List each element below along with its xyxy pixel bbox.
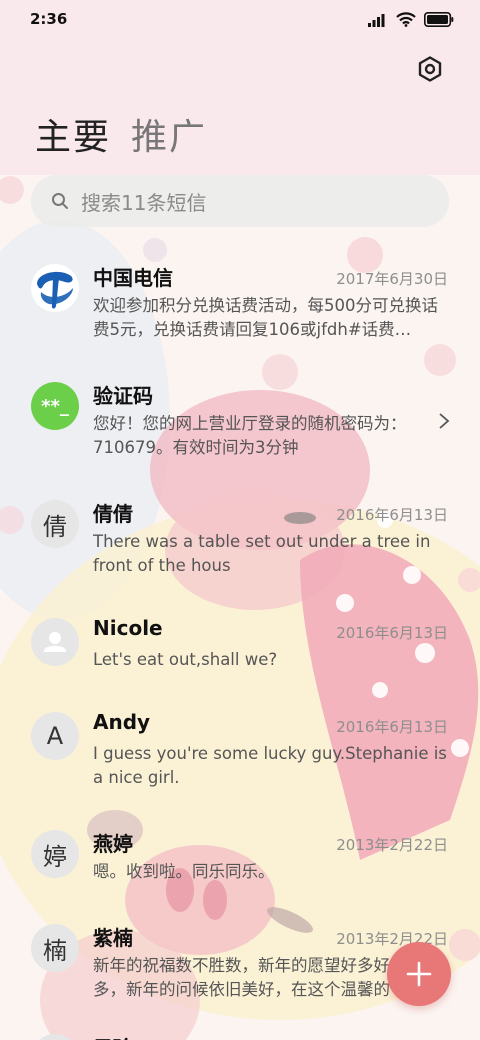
battery-icon: [424, 12, 454, 27]
tab-primary[interactable]: 主要: [35, 108, 111, 160]
contact-name: 子玲: [93, 1032, 133, 1040]
conversation-row[interactable]: 倩 倩倩 2016年6月13日 There was a table set ou…: [0, 488, 480, 588]
message-preview: I guess you're some lucky guy.Stephanie …: [93, 744, 447, 787]
category-tabs: 主要 推广: [35, 108, 207, 160]
conversation-row[interactable]: 婷 燕婷 2013年2月22日 嗯。收到啦。同乐同乐。: [0, 818, 480, 898]
message-date: 2016年6月13日: [336, 718, 448, 736]
china-telecom-logo-icon: [31, 264, 79, 312]
verification-code-icon: **_: [31, 382, 79, 430]
contact-name: 燕婷: [93, 832, 133, 856]
conversation-row[interactable]: A Andy 2016年6月13日 I guess you're some lu…: [0, 700, 480, 800]
conversation-row[interactable]: 中国电信 2017年6月30日 欢迎参加积分兑换话费活动，每500分可兑换话费5…: [0, 252, 480, 352]
message-preview: 嗯。收到啦。同乐同乐。: [93, 862, 275, 881]
status-icons: [368, 12, 454, 27]
message-preview: Let's eat out,shall we?: [93, 650, 278, 669]
contact-name: 验证码: [93, 384, 153, 408]
settings-gear-icon[interactable]: [416, 55, 444, 83]
contact-initial-avatar: 倩: [31, 500, 79, 548]
tab-promotions[interactable]: 推广: [131, 108, 207, 160]
contact-name: 倩倩: [93, 502, 133, 526]
contact-name: 紫楠: [93, 926, 133, 950]
status-time: 2:36: [30, 10, 68, 28]
status-bar: 2:36: [0, 0, 480, 40]
conversation-row[interactable]: 子玲: [0, 1022, 480, 1040]
person-icon: [31, 618, 79, 666]
contact-initial-avatar: A: [31, 712, 79, 760]
search-placeholder: 搜索11条短信: [81, 190, 207, 215]
contact-initial-avatar: [31, 1034, 79, 1040]
conversation-row[interactable]: **_ 验证码 您好！您的网上营业厅登录的随机密码为：710679。有效时间为3…: [0, 370, 480, 470]
conversation-row[interactable]: Nicole 2016年6月13日 Let's eat out,shall we…: [0, 606, 480, 686]
signal-icon: [368, 13, 385, 27]
message-date: 2013年2月22日: [336, 836, 448, 854]
new-message-button[interactable]: [387, 942, 451, 1006]
contact-name: Andy: [93, 710, 151, 734]
message-date: 2017年6月30日: [336, 270, 448, 288]
message-preview: 您好！您的网上营业厅登录的随机密码为：710679。有效时间为3分钟: [93, 414, 407, 457]
plus-icon: [406, 961, 432, 987]
message-date: 2016年6月13日: [336, 506, 448, 524]
message-preview: 欢迎参加积分兑换话费活动，每500分可兑换话费5元，兑换话费请回复106或jfd…: [93, 296, 438, 339]
chevron-right-icon[interactable]: [438, 412, 450, 430]
wifi-icon: [396, 12, 416, 27]
search-bar[interactable]: 搜索11条短信: [31, 175, 449, 227]
contact-initial-avatar: 婷: [31, 830, 79, 878]
message-preview: 新年的祝福数不胜数，新年的愿望好多好多，新年的问候依旧美好，在这个温馨的时刻…: [93, 956, 390, 999]
search-icon: [52, 193, 68, 209]
message-preview: There was a table set out under a tree i…: [93, 532, 431, 575]
contact-initial-avatar: 楠: [31, 924, 79, 972]
message-date: 2016年6月13日: [336, 624, 448, 642]
contact-name: Nicole: [93, 616, 163, 640]
contact-name: 中国电信: [93, 266, 173, 290]
